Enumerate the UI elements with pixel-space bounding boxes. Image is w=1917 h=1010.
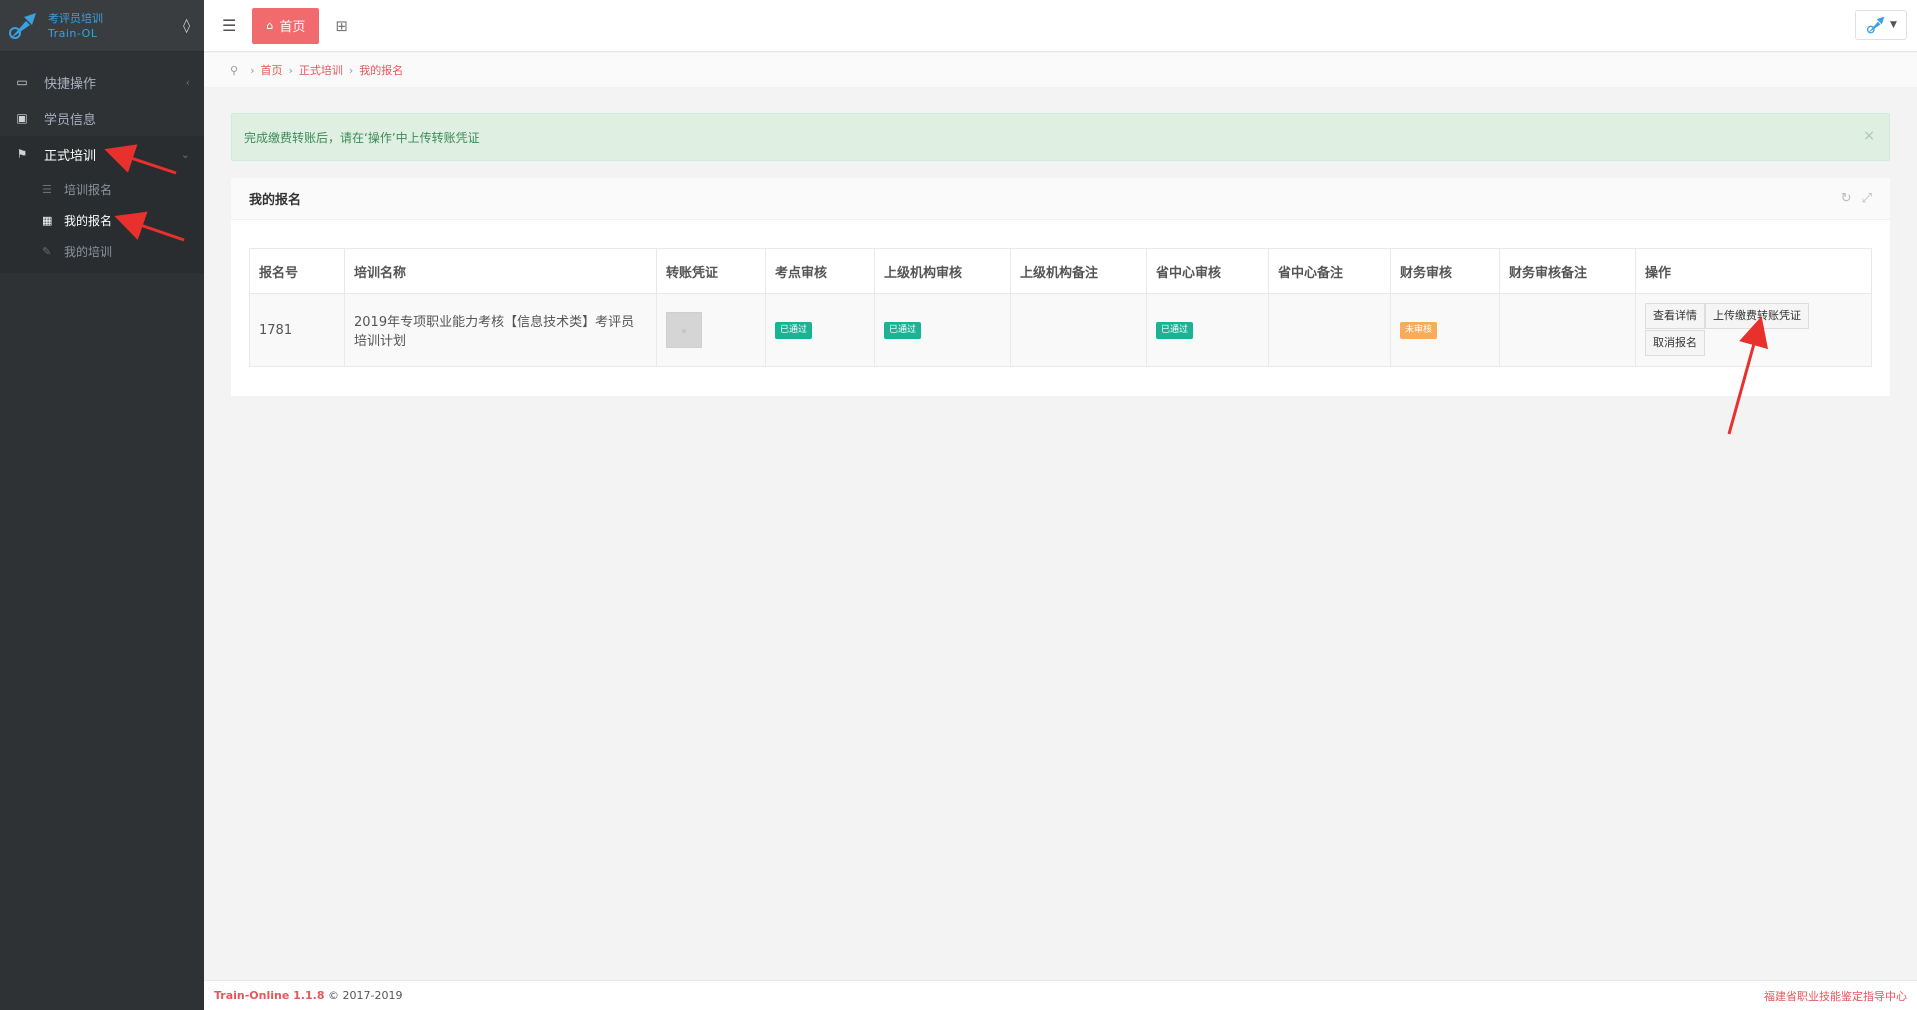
home-tab-button[interactable]: ⌂ 首页 [252, 7, 320, 44]
brand-title: 考评员培训 [48, 11, 103, 25]
status-badge: 已通过 [884, 322, 922, 339]
sidebar-subitem-training-signup[interactable]: ☰ 培训报名 [0, 174, 204, 205]
user-menu-button[interactable]: ▼ [1855, 10, 1907, 40]
breadcrumb-home[interactable]: 首页 [260, 62, 282, 78]
voucher-cell: ▧ [656, 293, 766, 367]
list-icon: ☰ [42, 183, 52, 196]
status-badge: 已通过 [775, 322, 813, 339]
chevron-down-icon: ⌄ [180, 147, 190, 161]
ops-group: 查看详情 上传缴费转账凭证 取消报名 [1645, 303, 1815, 357]
sidebar-submenu: ☰ 培训报名 ▦ 我的报名 ✎ 我的培训 [0, 172, 204, 273]
col-header: 转账凭证 [656, 248, 766, 294]
ops-cell: 查看详情 上传缴费转账凭证 取消报名 [1635, 293, 1872, 367]
voucher-thumbnail[interactable]: ▧ [666, 312, 702, 348]
col-header: 财务审核 [1390, 248, 1500, 294]
org-note-cell [1010, 293, 1147, 367]
org-review-cell: 已通过 [874, 293, 1011, 367]
footer-brand: Train-Online 1.1.8 [214, 989, 325, 1002]
table-wrapper: 报名号 培训名称 转账凭证 考点审核 上级机构审核 上级机构备注 省中心审核 省… [249, 248, 1872, 367]
sidebar-item-formal-training[interactable]: ⚑ 正式培训 ⌄ [0, 136, 204, 172]
brand-subtitle: Train-OL [48, 26, 98, 40]
alert-text: 完成缴费转账后，请在‘操作’中上传转账凭证 [244, 130, 480, 145]
sidebar-subitem-label: 我的报名 [64, 214, 113, 228]
cancel-signup-button[interactable]: 取消报名 [1645, 330, 1705, 356]
upload-voucher-button[interactable]: 上传缴费转账凭证 [1705, 303, 1809, 329]
info-alert: 完成缴费转账后，请在‘操作’中上传转账凭证 × [231, 113, 1890, 161]
col-header: 上级机构审核 [874, 248, 1011, 294]
col-header: 考点审核 [765, 248, 875, 294]
col-header: 培训名称 [344, 248, 657, 294]
col-header: 省中心备注 [1268, 248, 1391, 294]
brand-header: 考评员培训 Train-OL ◊ [0, 0, 204, 52]
chevron-left-icon: ‹ [185, 75, 190, 89]
table-header-row: 报名号 培训名称 转账凭证 考点审核 上级机构审核 上级机构备注 省中心审核 省… [249, 248, 1872, 294]
id-card-icon: ▣ [16, 111, 28, 125]
col-header: 操作 [1635, 248, 1872, 294]
signup-table: 报名号 培训名称 转账凭证 考点审核 上级机构审核 上级机构备注 省中心审核 省… [249, 248, 1872, 367]
breadcrumb: ⚲ › 首页 › 正式培训 › 我的报名 [204, 53, 1917, 87]
col-header: 省中心审核 [1146, 248, 1269, 294]
col-header: 上级机构备注 [1010, 248, 1147, 294]
theme-drop-icon[interactable]: ◊ [183, 18, 190, 34]
location-pin-icon: ⚲ [230, 63, 239, 77]
book-icon: ✎ [42, 245, 52, 258]
breadcrumb-my-signup: 我的报名 [359, 64, 404, 77]
status-badge: 已通过 [1156, 322, 1194, 339]
sidebar-menu: ▭ 快捷操作 ‹ ▣ 学员信息 ⚑ 正式培训 ⌄ ☰ 培训报名 ▦ 我的报名 ✎… [0, 64, 204, 273]
top-navbar: ☰ ⌂ 首页 ⊞ ▼ [204, 0, 1917, 52]
brand-logo-icon [9, 12, 36, 39]
center-review-cell: 已通过 [1146, 293, 1269, 367]
sidebar-item-student-info[interactable]: ▣ 学员信息 [0, 100, 204, 136]
panel-header: 我的报名 ↻ ⤢ [231, 178, 1890, 220]
center-note-cell [1268, 293, 1391, 367]
sidebar-item-label: 快捷操作 [44, 76, 97, 92]
signup-id: 1781 [249, 293, 345, 367]
panel-tools: ↻ ⤢ [1841, 191, 1872, 206]
sidebar-subitem-my-training[interactable]: ✎ 我的培训 [0, 236, 204, 267]
home-icon: ⌂ [266, 19, 274, 32]
footer-copyright: © 2017-2019 [327, 989, 403, 1002]
sidebar-item-label: 学员信息 [44, 112, 97, 128]
sidebar-subitem-label: 我的培训 [64, 245, 113, 259]
caret-down-icon: ▼ [1890, 20, 1897, 30]
chevron-right-icon: › [288, 63, 293, 77]
footer-org: 福建省职业技能鉴定指导中心 [1764, 989, 1907, 1003]
sidebar-subitem-my-signup[interactable]: ▦ 我的报名 [0, 205, 204, 236]
breadcrumb-formal-training[interactable]: 正式培训 [299, 62, 343, 78]
sidebar-item-label: 正式培训 [44, 148, 97, 164]
chevron-right-icon: › [348, 63, 354, 77]
sidebar-item-quick-actions[interactable]: ▭ 快捷操作 ‹ [0, 64, 204, 100]
app-grid-icon[interactable]: ⊞ [335, 17, 348, 35]
avatar [1866, 16, 1885, 34]
status-badge: 未审核 [1400, 322, 1438, 339]
signup-panel: 我的报名 ↻ ⤢ 报名号 培训名称 转账凭证 考点审核 上级机构审核 上级机构备… [231, 178, 1890, 396]
finance-note-cell [1499, 293, 1636, 367]
finance-review-cell: 未审核 [1390, 293, 1500, 367]
col-header: 财务审核备注 [1499, 248, 1636, 294]
site-review-cell: 已通过 [765, 293, 875, 367]
menu-toggle-icon[interactable]: ☰ [222, 16, 236, 35]
training-name: 2019年专项职业能力考核【信息技术类】考评员培训计划 [344, 293, 657, 367]
home-tab-label: 首页 [279, 20, 306, 35]
table-row: 1781 2019年专项职业能力考核【信息技术类】考评员培训计划 ▧ 已通过 已… [249, 293, 1872, 367]
fullscreen-icon[interactable]: ⤢ [1862, 191, 1872, 206]
view-details-button[interactable]: 查看详情 [1645, 303, 1705, 329]
refresh-icon[interactable]: ↻ [1841, 191, 1852, 206]
folder-open-icon: ▭ [16, 75, 28, 89]
panel-title: 我的报名 [249, 193, 302, 208]
flag-icon: ⚑ [16, 147, 28, 161]
sidebar: 考评员培训 Train-OL ◊ ▭ 快捷操作 ‹ ▣ 学员信息 ⚑ 正式培训 … [0, 0, 204, 1010]
close-icon[interactable]: × [1863, 128, 1875, 144]
sidebar-subitem-label: 培训报名 [64, 183, 113, 197]
grid-icon: ▦ [42, 214, 53, 227]
chevron-right-icon: › [250, 63, 255, 77]
col-header: 报名号 [249, 248, 345, 294]
footer: Train-Online 1.1.8 © 2017-2019 福建省职业技能鉴定… [204, 980, 1917, 1010]
